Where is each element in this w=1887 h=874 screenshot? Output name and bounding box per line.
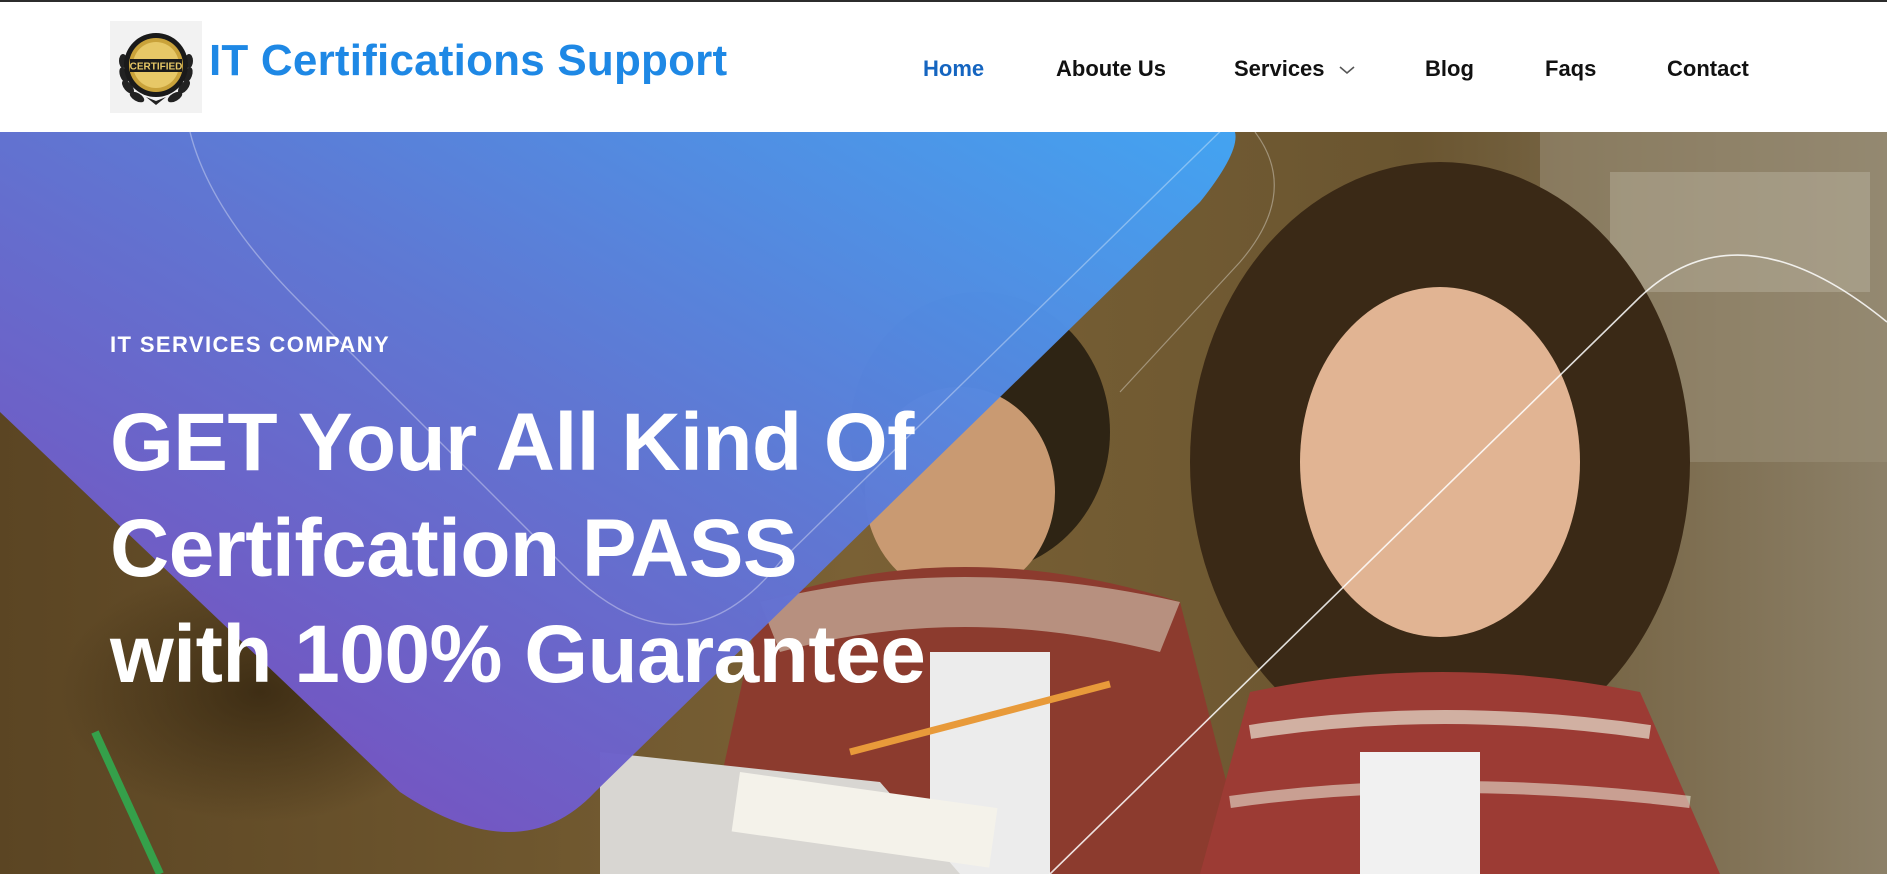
nav-services-label: Services [1234,56,1325,81]
nav-blog-label: Blog [1425,56,1474,81]
hero-eyebrow: IT SERVICES COMPANY [110,332,391,357]
nav-home-label: Home [923,56,985,81]
nav-about-us-label: Aboute Us [1056,56,1166,81]
hero-section: IT SERVICES COMPANY GET Your All Kind Of… [0,132,1887,874]
main-nav: Home Aboute Us Services Blog Faqs Contac… [0,56,1887,86]
nav-about-us[interactable]: Aboute Us [1056,56,1166,82]
nav-faqs[interactable]: Faqs [1545,56,1596,82]
nav-home[interactable]: Home [923,56,984,82]
nav-contact-label: Contact [1667,56,1749,81]
chevron-down-icon [1339,66,1355,75]
site-header: CERTIFIED IT Certifications Support Home… [0,2,1887,132]
nav-blog[interactable]: Blog [1425,56,1474,82]
hero-headline: GET Your All Kind Of Certifcation PASS w… [110,397,926,700]
nav-faqs-label: Faqs [1545,56,1597,81]
nav-services[interactable]: Services [1234,56,1355,82]
nav-contact[interactable]: Contact [1667,56,1749,82]
